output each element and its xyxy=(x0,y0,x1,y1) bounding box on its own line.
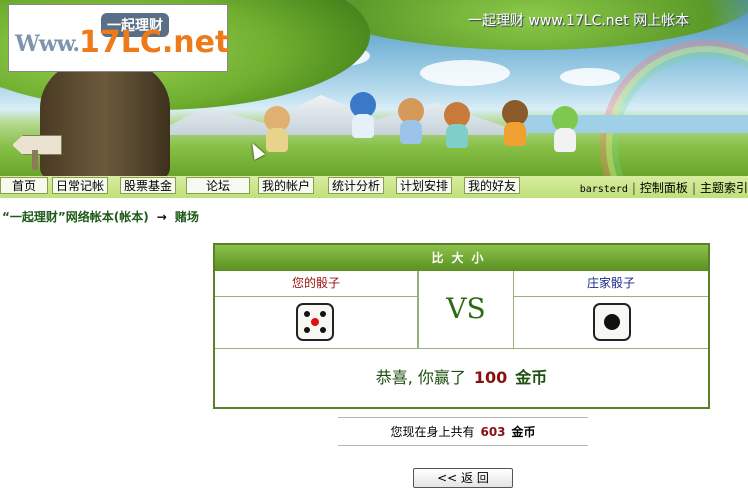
balance-label: 您现在身上共有 xyxy=(390,425,475,439)
nav-planning[interactable]: 计划安排 xyxy=(396,177,452,194)
child-figure xyxy=(442,102,472,150)
site-tagline: 一起理财 www.17LC.net 网上帐本 xyxy=(468,13,690,29)
tree-trunk-decoration xyxy=(40,60,170,176)
versus-label: VS xyxy=(418,271,514,349)
logo-domain: 17LC.net xyxy=(79,25,230,60)
username-link[interactable]: barsterd xyxy=(580,184,628,195)
result-amount: 100 xyxy=(473,368,508,387)
nav-stocks-funds[interactable]: 股票基金 xyxy=(120,177,176,194)
child-figure xyxy=(500,100,530,148)
header-banner: 一起理财 Www. 17LC.net 一起理财 www.17LC.net 网上帐… xyxy=(0,0,748,176)
nav-statistics[interactable]: 统计分析 xyxy=(328,177,384,194)
main-nav: 首页 日常记帐 股票基金 论坛 我的帐户 统计分析 计划安排 我的好友 bars… xyxy=(0,176,748,198)
breadcrumb-home-link[interactable]: “一起理财”网络帐本(帐本) xyxy=(2,210,149,224)
die-pip xyxy=(304,326,311,333)
game-result: 恭喜, 你赢了 100 金币 xyxy=(215,349,708,407)
nav-daily-accounts[interactable]: 日常记帐 xyxy=(52,177,108,194)
control-panel-link[interactable]: 控制面板 xyxy=(640,181,688,195)
rainbow-decoration xyxy=(600,40,748,176)
game-title: 比大小 xyxy=(215,245,708,271)
coin-balance: 您现在身上共有 603 金币 xyxy=(338,417,588,446)
nav-forum[interactable]: 论坛 xyxy=(186,177,250,194)
banker-dice-label: 庄家骰子 xyxy=(514,271,708,297)
back-button[interactable]: << 返 回 xyxy=(413,468,513,488)
die-pip xyxy=(311,318,319,326)
banker-dice-cell xyxy=(514,297,708,349)
nav-my-friends[interactable]: 我的好友 xyxy=(464,177,520,194)
balance-amount: 603 xyxy=(480,425,506,439)
child-figure xyxy=(348,92,378,140)
topic-index-link[interactable]: 主题索引 xyxy=(700,181,748,195)
child-figure xyxy=(262,106,292,154)
nav-my-account[interactable]: 我的帐户 xyxy=(258,177,314,194)
breadcrumb: “一起理财”网络帐本(帐本) → 赌场 xyxy=(2,208,199,225)
nav-separator: | xyxy=(631,181,636,195)
result-unit: 金币 xyxy=(515,368,548,387)
breadcrumb-current: 赌场 xyxy=(174,210,199,224)
child-figure xyxy=(396,98,426,146)
balance-unit: 金币 xyxy=(511,425,536,439)
cloud-decoration xyxy=(560,68,620,86)
child-figure xyxy=(550,106,580,154)
nav-home[interactable]: 首页 xyxy=(0,177,48,194)
die-pip xyxy=(319,326,326,333)
cloud-decoration xyxy=(420,60,510,86)
site-logo[interactable]: 一起理财 Www. 17LC.net xyxy=(8,4,230,72)
dice-game-panel: 比大小 您的骰子 庄家骰子 VS 恭喜, 你赢了 100 金币 xyxy=(213,243,710,409)
logo-www: Www. xyxy=(15,31,80,57)
die-pip xyxy=(319,311,326,318)
result-message: 恭喜, 你赢了 xyxy=(375,368,466,387)
die-pip xyxy=(304,311,311,318)
banker-die-icon xyxy=(593,303,631,341)
player-dice-label: 您的骰子 xyxy=(215,271,418,297)
player-die-icon xyxy=(296,303,334,341)
user-links: barsterd | 控制面板 | 主题索引 xyxy=(580,179,748,196)
nav-separator: | xyxy=(691,181,696,195)
player-dice-cell xyxy=(215,297,418,349)
die-pip xyxy=(604,314,620,330)
breadcrumb-arrow-icon: → xyxy=(156,210,167,224)
signpost-pole xyxy=(32,150,38,170)
